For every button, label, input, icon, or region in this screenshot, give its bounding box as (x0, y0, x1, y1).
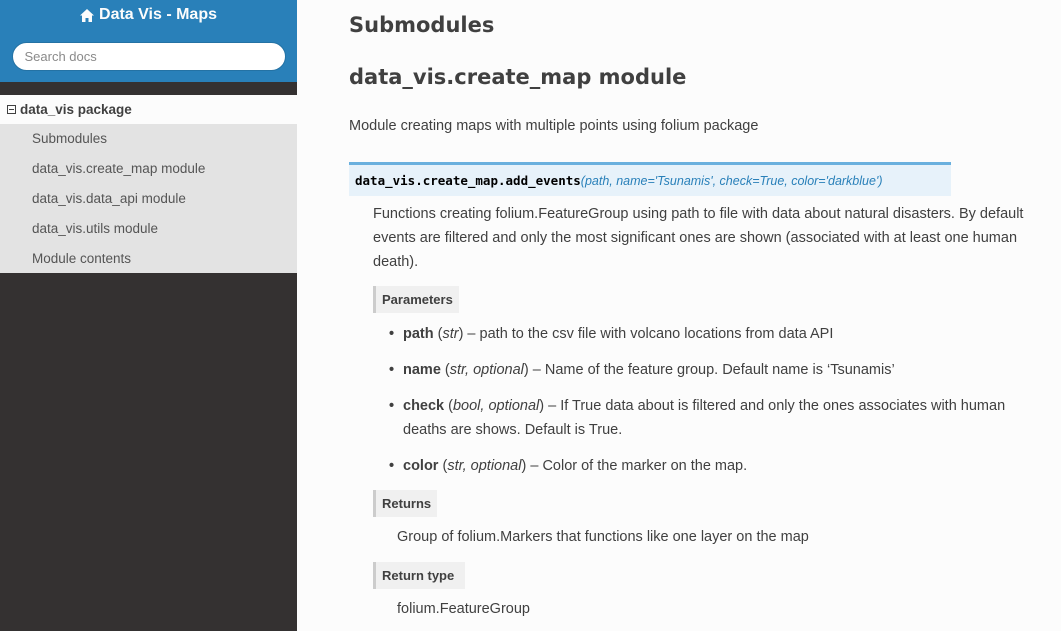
main-content: Submodules data_vis.create_map module Mo… (297, 0, 1061, 631)
param-name: name (403, 362, 441, 378)
toc-current-label: data_vis package (20, 102, 132, 117)
param-item: color (str, optional) – Color of the mar… (389, 454, 1023, 478)
return-type-value: folium.FeatureGroup (397, 601, 530, 617)
search-input[interactable] (11, 41, 286, 71)
param-desc: Name of the feature group. Default name … (544, 362, 895, 378)
sidebar-header: Data Vis - Maps (0, 0, 297, 82)
toc-item-data-api[interactable]: data_vis.data_api module (0, 184, 297, 214)
param-name: check (403, 398, 445, 414)
param-type: str, optional (449, 362, 524, 378)
returns-label: Returns (373, 490, 437, 517)
return-type-label: Return type (373, 562, 465, 589)
signature-params: (path, name='Tsunamis', check=True, colo… (580, 173, 883, 188)
sidebar: Data Vis - Maps data_vis package Submodu… (0, 0, 297, 631)
function-description: Functions creating folium.FeatureGroup u… (373, 206, 1024, 270)
toc-item-utils[interactable]: data_vis.utils module (0, 213, 297, 243)
module-description: Module creating maps with multiple point… (349, 118, 759, 134)
toc-current-item[interactable]: data_vis package (0, 95, 297, 124)
param-desc: Color of the marker on the map. (542, 458, 748, 474)
collapse-icon[interactable] (7, 105, 16, 114)
param-name: color (403, 458, 439, 474)
returns-value: Group of folium.Markers that functions l… (397, 529, 809, 545)
toc-menu: data_vis package Submodules data_vis.cre… (0, 95, 297, 273)
heading-submodules: Submodules (349, 13, 495, 37)
param-type: str, optional (447, 458, 522, 474)
project-home-link[interactable]: Data Vis - Maps (80, 5, 217, 25)
param-name: path (403, 326, 434, 342)
function-signature: data_vis.create_map.add_events (path, nam… (349, 162, 951, 196)
signature-name: data_vis.create_map.add_events (355, 173, 581, 188)
toc-item-module-contents[interactable]: Module contents (0, 243, 297, 273)
heading-module: data_vis.create_map module (349, 65, 687, 89)
home-icon (80, 8, 95, 22)
param-item: path (str) – path to the csv file with v… (389, 322, 1023, 346)
param-item: check (bool, optional) – If True data ab… (389, 394, 1023, 442)
toc-item-submodules[interactable]: Submodules (0, 124, 297, 154)
param-type: str (442, 326, 459, 342)
project-title: Data Vis - Maps (99, 6, 217, 23)
param-type: bool, optional (452, 398, 540, 414)
param-item: name (str, optional) – Name of the featu… (389, 358, 1023, 382)
toc-item-create-map[interactable]: data_vis.create_map module (0, 154, 297, 184)
param-desc: path to the csv file with volcano locati… (479, 326, 834, 342)
parameters-label: Parameters (373, 286, 459, 313)
